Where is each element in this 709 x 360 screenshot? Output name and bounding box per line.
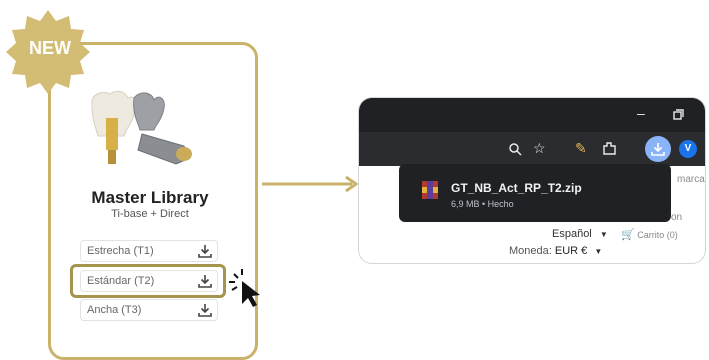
page-truncated-text: on [671, 212, 683, 223]
cart-label: Carrito (0) [637, 230, 678, 240]
browser-titlebar: ‒ [359, 98, 705, 132]
download-item-estrecha[interactable]: Estrecha (T1) [80, 240, 218, 262]
currency-label: Moneda: [509, 245, 552, 257]
product-image [91, 90, 192, 165]
chevron-down-icon: ▼ [599, 230, 608, 239]
star-icon[interactable]: ☆ [533, 140, 546, 157]
language-value: Español [552, 228, 592, 240]
restore-icon[interactable] [673, 109, 684, 120]
selection-highlight [70, 264, 226, 298]
extension-pin-icon[interactable]: ✎ [575, 140, 587, 157]
chevron-down-icon: ▼ [594, 247, 603, 256]
cursor-icon [229, 269, 260, 307]
download-filename[interactable]: GT_NB_Act_RP_T2.zip [451, 181, 582, 195]
cart-icon: 🛒 [621, 229, 635, 241]
cart-link[interactable]: 🛒 Carrito (0) [621, 228, 678, 241]
language-selector[interactable]: Español ▼ [552, 228, 608, 240]
bookmarks-text[interactable]: marcad [677, 174, 705, 185]
zip-file-icon [422, 181, 438, 199]
library-subtitle: Ti-base + Direct [111, 208, 189, 220]
browser-window: ‒ ☆ ✎ V marcad GT_NB_Act_RP [358, 97, 706, 264]
extension-icon[interactable] [602, 141, 617, 156]
new-badge-label: NEW [29, 38, 71, 58]
download-icon [651, 143, 665, 156]
download-toolbar-button[interactable] [645, 136, 671, 162]
profile-initial: V [684, 143, 692, 154]
download-item-ancha[interactable]: Ancha (T3) [80, 299, 218, 321]
search-icon[interactable] [509, 143, 522, 156]
arrow-icon [262, 175, 359, 193]
download-meta: 6,9 MB • Hecho [451, 199, 514, 209]
profile-avatar[interactable]: V [679, 140, 697, 158]
library-title: Master Library [91, 188, 209, 207]
currency-selector[interactable]: Moneda: EUR € ▼ [509, 245, 602, 257]
download-icon[interactable] [198, 244, 212, 258]
download-item-label: Estrecha (T1) [87, 245, 154, 257]
download-icon[interactable] [198, 303, 212, 317]
currency-value: EUR € [554, 245, 588, 257]
browser-toolbar: ☆ ✎ V [359, 132, 705, 166]
download-popup: GT_NB_Act_RP_T2.zip 6,9 MB • Hecho [399, 164, 671, 222]
download-item-label: Ancha (T3) [87, 304, 142, 316]
minimize-icon[interactable]: ‒ [637, 105, 645, 121]
